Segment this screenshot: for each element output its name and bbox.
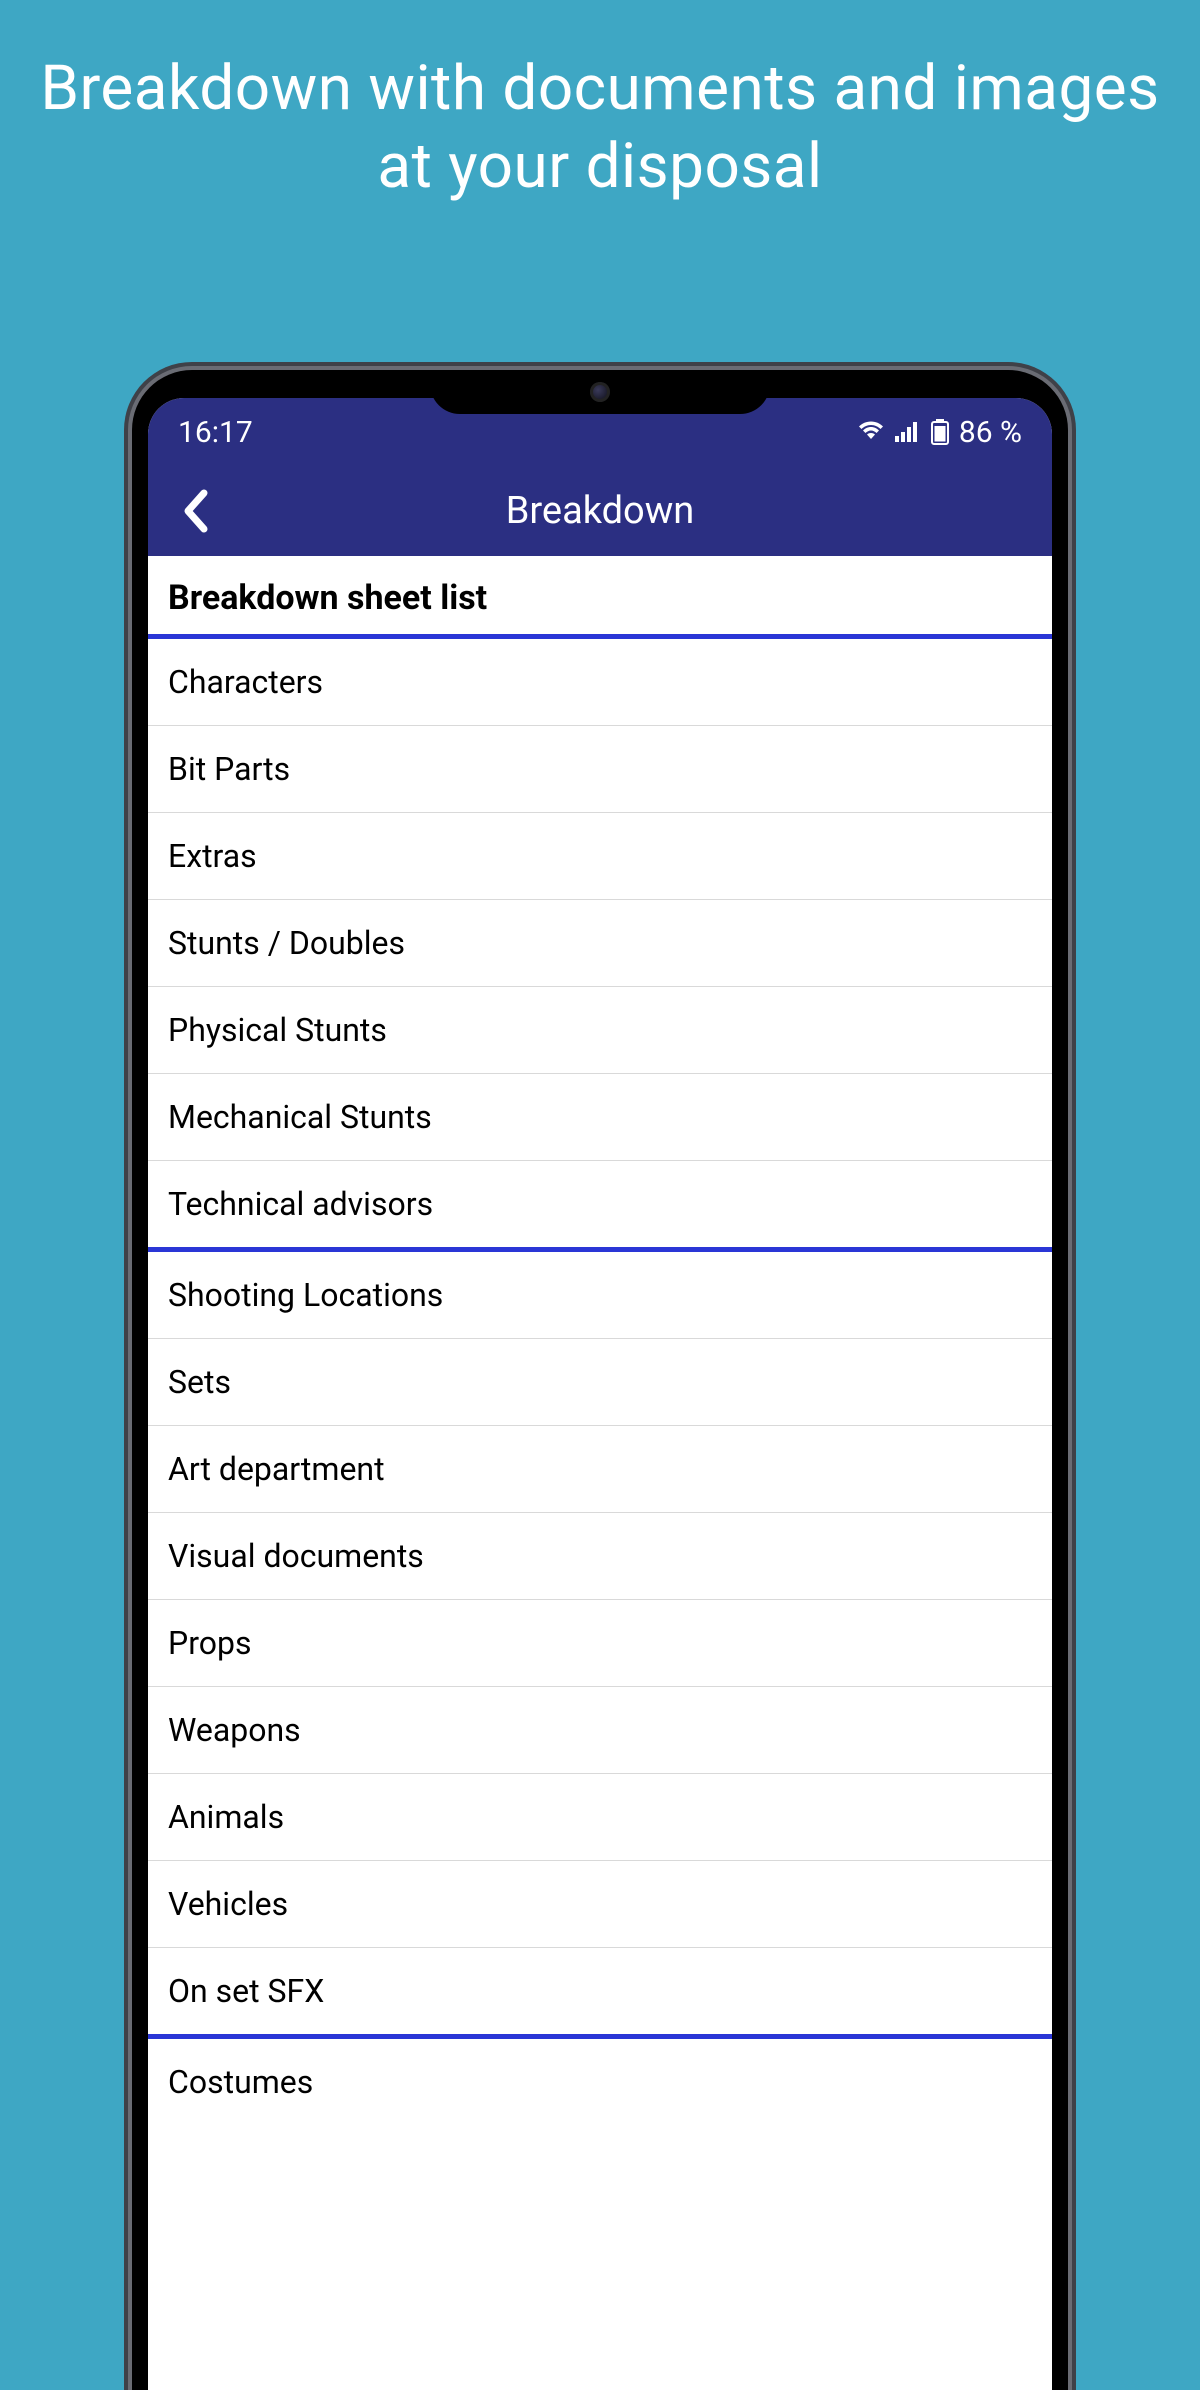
app-bar: Breakdown — [148, 466, 1052, 556]
phone-frame: 16:17 — [132, 370, 1068, 2390]
status-time: 16:17 — [178, 415, 253, 450]
promo-title: Breakdown with documents and images at y… — [0, 0, 1200, 205]
list-item[interactable]: Characters — [148, 639, 1052, 726]
list-item[interactable]: Art department — [148, 1426, 1052, 1513]
cellular-icon — [895, 421, 921, 443]
camera-dot — [590, 382, 610, 402]
list-item[interactable]: Technical advisors — [148, 1161, 1052, 1252]
section-header: Breakdown sheet list — [148, 556, 1052, 639]
list-item-partial[interactable]: Costumes — [148, 2039, 1052, 2101]
list-item[interactable]: Mechanical Stunts — [148, 1074, 1052, 1161]
chevron-left-icon — [180, 489, 210, 533]
list-item[interactable]: Shooting Locations — [148, 1252, 1052, 1339]
list-item[interactable]: Bit Parts — [148, 726, 1052, 813]
back-button[interactable] — [170, 486, 220, 536]
breakdown-list[interactable]: Breakdown sheet list CharactersBit Parts… — [148, 556, 1052, 2390]
battery-icon — [931, 419, 949, 445]
status-right: 86 % — [857, 415, 1022, 450]
phone-screen: 16:17 — [148, 398, 1052, 2390]
battery-percentage: 86 % — [959, 415, 1022, 450]
list-item[interactable]: On set SFX — [148, 1948, 1052, 2039]
list-item[interactable]: Physical Stunts — [148, 987, 1052, 1074]
app-bar-title: Breakdown — [148, 489, 1052, 533]
list-item[interactable]: Sets — [148, 1339, 1052, 1426]
list-item[interactable]: Weapons — [148, 1687, 1052, 1774]
list-item[interactable]: Stunts / Doubles — [148, 900, 1052, 987]
wifi-icon — [857, 421, 885, 443]
list-item[interactable]: Props — [148, 1600, 1052, 1687]
list-item[interactable]: Extras — [148, 813, 1052, 900]
list-item[interactable]: Animals — [148, 1774, 1052, 1861]
phone-notch — [430, 370, 770, 414]
list-item[interactable]: Vehicles — [148, 1861, 1052, 1948]
list-item[interactable]: Visual documents — [148, 1513, 1052, 1600]
